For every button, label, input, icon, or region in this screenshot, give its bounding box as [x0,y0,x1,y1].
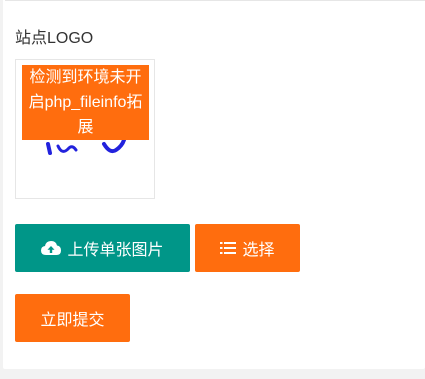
submit-button-label: 立即提交 [40,312,105,329]
select-button-label: 选择 [242,242,275,259]
cloud-upload-icon [41,240,62,256]
select-image-button[interactable]: 选择 [195,224,300,272]
list-icon [220,241,237,255]
upload-button-label: 上传单张图片 [67,242,164,259]
logo-field-label: 站点LOGO [15,30,94,47]
fileinfo-warning-overlay: 检测到环境未开启php_fileinfo拓展 [22,65,149,140]
upload-image-button[interactable]: 上传单张图片 [15,224,190,272]
logo-upload-preview[interactable]: 检测到环境未开启php_fileinfo拓展 [15,59,155,199]
divider [5,0,425,1]
submit-button[interactable]: 立即提交 [15,294,130,342]
